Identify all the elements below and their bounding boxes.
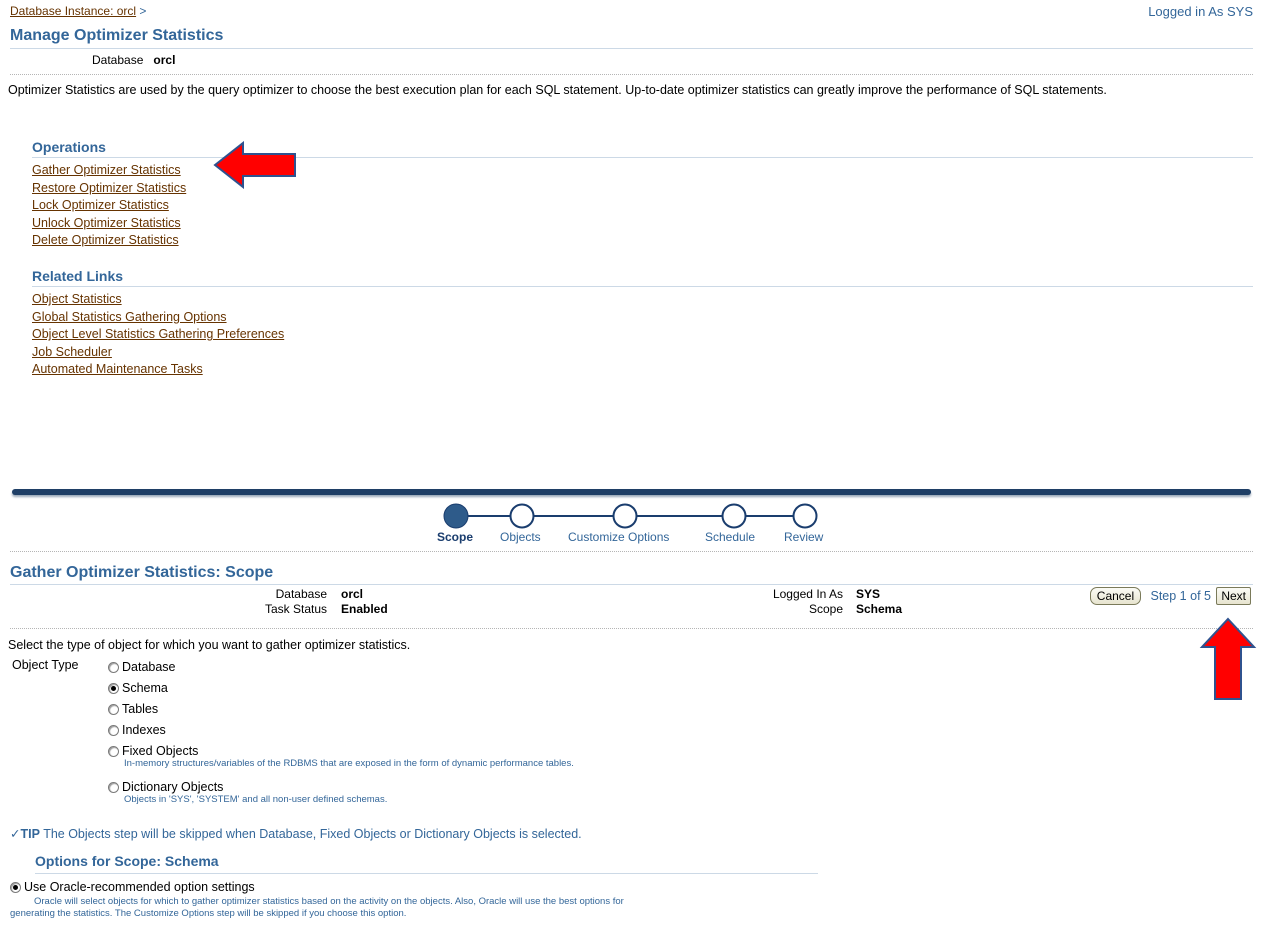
breadcrumb-separator: > (139, 4, 147, 18)
wizard-task-status-label: Task Status (264, 602, 327, 616)
gather-optimizer-statistics-link[interactable]: Gather Optimizer Statistics (32, 163, 181, 177)
object-statistics-link[interactable]: Object Statistics (32, 292, 122, 306)
train-step-scope: Scope (437, 530, 474, 544)
operations-heading: Operations (32, 139, 106, 155)
options-scope-divider (35, 873, 818, 874)
recommended-option: Use Oracle-recommended option settings (10, 880, 255, 894)
wizard-info-values-left: orcl Enabled (341, 587, 388, 617)
radio-tables[interactable] (108, 704, 119, 716)
wizard-scope-label: Scope (808, 602, 843, 616)
recommended-desc-line-2: generating the statistics. The Customize… (10, 908, 407, 919)
radio-database-label: Database (122, 660, 176, 674)
options-scope-heading: Options for Scope: Schema (35, 853, 219, 869)
dotted-divider-3 (10, 628, 1253, 629)
radio-fixed-objects[interactable] (108, 746, 119, 758)
related-links-list: Object Statistics Global Statistics Gath… (32, 291, 284, 379)
fixed-objects-description: In-memory structures/variables of the RD… (124, 758, 574, 769)
database-info: Database orcl (92, 53, 175, 67)
dictionary-objects-description: Objects in 'SYS', 'SYSTEM' and all non-u… (124, 794, 388, 805)
train-step-schedule-node (721, 503, 747, 529)
wizard-info-labels-left: Database Task Status (200, 587, 327, 617)
train-step-review-node (792, 503, 818, 529)
wizard-train (443, 503, 818, 529)
logged-in-status: Logged in As SYS (1148, 4, 1253, 19)
breadcrumb: Database Instance: orcl > (10, 4, 146, 18)
wizard-task-status-value: Enabled (341, 602, 388, 616)
train-step-objects[interactable]: Objects (500, 530, 541, 544)
dotted-divider-2 (10, 551, 1253, 552)
database-label: Database (92, 53, 144, 67)
restore-optimizer-statistics-link[interactable]: Restore Optimizer Statistics (32, 181, 186, 195)
object-type-label: Object Type (12, 658, 79, 672)
radio-dictionary-objects-label: Dictionary Objects (122, 780, 224, 794)
object-type-radio-group: Database Schema Tables Indexes Fixed Obj… (108, 660, 574, 816)
cancel-button[interactable]: Cancel (1089, 587, 1142, 605)
tip-text: The Objects step will be skipped when Da… (43, 827, 582, 841)
title-divider (10, 48, 1253, 49)
database-value: orcl (153, 53, 176, 67)
train-step-review[interactable]: Review (784, 530, 823, 544)
radio-option-indexes: Indexes (108, 723, 574, 744)
wizard-nav: Cancel Step 1 of 5 Next (1089, 587, 1251, 605)
breadcrumb-database-instance[interactable]: Database Instance: orcl (10, 4, 136, 18)
radio-tables-label: Tables (122, 702, 159, 716)
radio-indexes[interactable] (108, 725, 119, 737)
wizard-title: Gather Optimizer Statistics: Scope (10, 564, 274, 581)
train-step-objects-node (509, 503, 535, 529)
recommended-option-description: Oracle will select objects for which to … (10, 896, 830, 920)
radio-option-schema: Schema (108, 681, 574, 702)
wizard-instruction: Select the type of object for which you … (8, 638, 411, 652)
step-indicator: Step 1 of 5 (1150, 589, 1211, 603)
radio-dictionary-objects[interactable] (108, 782, 119, 794)
train-step-schedule[interactable]: Schedule (705, 530, 755, 544)
recommended-desc-line-1: Oracle will select objects for which to … (34, 896, 624, 907)
screenshot-separator-bar (12, 489, 1251, 495)
dotted-divider (10, 74, 1253, 75)
checkmark-icon: ✓︎ (10, 827, 21, 841)
recommended-option-label: Use Oracle-recommended option settings (24, 880, 255, 894)
related-links-heading: Related Links (32, 268, 124, 284)
radio-schema-label: Schema (122, 681, 168, 695)
delete-optimizer-statistics-link[interactable]: Delete Optimizer Statistics (32, 233, 179, 247)
wizard-scope-value: Schema (856, 602, 903, 616)
train-step-scope-node (443, 503, 469, 529)
tip-label: TIP (20, 827, 40, 841)
radio-schema[interactable] (108, 683, 119, 695)
next-button[interactable]: Next (1216, 587, 1251, 605)
radio-option-tables: Tables (108, 702, 574, 723)
train-step-customize-node (612, 503, 638, 529)
job-scheduler-link[interactable]: Job Scheduler (32, 345, 112, 359)
object-level-statistics-preferences-link[interactable]: Object Level Statistics Gathering Prefer… (32, 327, 284, 341)
lock-optimizer-statistics-link[interactable]: Lock Optimizer Statistics (32, 198, 169, 212)
radio-indexes-label: Indexes (122, 723, 166, 737)
wizard-database-value: orcl (341, 587, 364, 601)
radio-option-database: Database (108, 660, 574, 681)
page-title: Manage Optimizer Statistics (10, 27, 224, 44)
radio-database[interactable] (108, 662, 119, 674)
global-statistics-gathering-options-link[interactable]: Global Statistics Gathering Options (32, 310, 227, 324)
intro-text: Optimizer Statistics are used by the que… (8, 83, 1107, 97)
wizard-info-labels-right: Logged In As Scope (700, 587, 843, 617)
operations-list: Gather Optimizer Statistics Restore Opti… (32, 162, 186, 250)
unlock-optimizer-statistics-link[interactable]: Unlock Optimizer Statistics (32, 216, 181, 230)
wizard-database-label: Database (275, 587, 327, 601)
radio-option-dictionary-objects: Dictionary Objects Objects in 'SYS', 'SY… (108, 780, 574, 816)
radio-option-fixed-objects: Fixed Objects In-memory structures/varia… (108, 744, 574, 780)
radio-recommended-settings[interactable] (10, 882, 21, 894)
wizard-title-divider (10, 584, 1253, 585)
left-arrow-annotation (213, 141, 296, 189)
automated-maintenance-tasks-link[interactable]: Automated Maintenance Tasks (32, 362, 203, 376)
radio-fixed-objects-label: Fixed Objects (122, 744, 199, 758)
train-step-customize-options[interactable]: Customize Options (568, 530, 669, 544)
wizard-logged-in-value: SYS (856, 587, 881, 601)
wizard-info-values-right: SYS Schema (856, 587, 902, 617)
related-links-divider (32, 286, 1253, 287)
wizard-logged-in-label: Logged In As (772, 587, 843, 601)
tip-message: ✓︎TIP The Objects step will be skipped w… (10, 826, 582, 841)
up-arrow-annotation (1199, 617, 1257, 700)
